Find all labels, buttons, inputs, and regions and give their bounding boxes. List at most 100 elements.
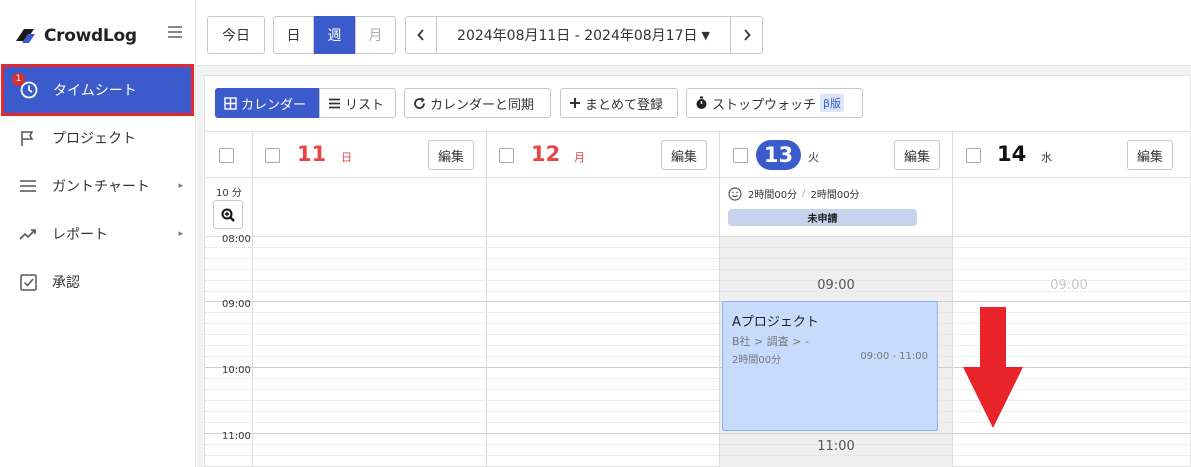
brand-name: CrowdLog xyxy=(44,26,137,46)
grid-line xyxy=(486,131,487,467)
stopwatch-button[interactable]: ストップウォッチ β版 xyxy=(686,88,863,118)
grid-line xyxy=(205,367,1191,368)
sidebar-item-label: レポート xyxy=(52,227,108,243)
planned-hours: 2時間00分 xyxy=(810,190,860,201)
calendar-sync-label: カレンダーと同期 xyxy=(430,97,535,113)
day-weekday: 水 xyxy=(1041,151,1052,164)
view-day-button[interactable]: 日 xyxy=(273,16,314,54)
smile-icon xyxy=(728,186,742,201)
grid-line xyxy=(205,444,1191,445)
arrow-down-icon xyxy=(963,307,1023,428)
event-duration: 2時間00分 xyxy=(732,355,782,366)
grid-line xyxy=(205,400,1191,401)
sidebar-item-label: プロジェクト xyxy=(52,131,136,147)
edit-day-button[interactable]: 編集 xyxy=(1127,140,1173,170)
day-weekday: 日 xyxy=(341,151,352,164)
zoom-in-icon xyxy=(221,208,235,222)
grid-line xyxy=(205,312,1191,313)
calendar-event[interactable]: Aプロジェクト B社 > 調査 > - 2時間00分 09:00 - 11:00 xyxy=(722,301,938,431)
day-checkbox[interactable] xyxy=(265,148,280,163)
grid-line xyxy=(719,131,720,467)
sidebar-item-projects[interactable]: プロジェクト xyxy=(0,114,195,162)
working-time-marker: 11:00 xyxy=(817,439,855,454)
trend-icon xyxy=(18,224,38,244)
crowdlog-logo-icon xyxy=(16,29,35,43)
view-week-button[interactable]: 週 xyxy=(314,16,355,54)
refresh-icon xyxy=(414,96,425,109)
grid-line xyxy=(205,177,1191,178)
working-time-marker: 09:00 xyxy=(1050,278,1088,293)
gantt-icon xyxy=(18,176,38,196)
flag-icon xyxy=(18,128,38,148)
grid-line xyxy=(205,269,1191,270)
next-week-button[interactable] xyxy=(730,16,763,54)
view-month-button[interactable]: 月 xyxy=(355,16,396,54)
calendar-sync-button[interactable]: カレンダーと同期 xyxy=(404,88,551,118)
bulk-register-button[interactable]: まとめて登録 xyxy=(560,88,678,118)
sidebar-item-label: タイムシート xyxy=(53,83,137,99)
sidebar-item-approval[interactable]: 承認 xyxy=(0,258,195,306)
edit-day-button[interactable]: 編集 xyxy=(661,140,707,170)
chevron-left-icon xyxy=(417,29,424,41)
grid-line xyxy=(205,422,1191,423)
grid-line xyxy=(205,356,1191,357)
time-label: 10:00 xyxy=(222,365,251,376)
timesheet-panel xyxy=(204,75,1191,467)
logo[interactable]: CrowdLog xyxy=(14,22,137,50)
grid-line xyxy=(205,131,1191,132)
grid-line xyxy=(952,131,953,467)
chevron-right-icon: ▸ xyxy=(178,229,183,239)
sidebar-item-gantt[interactable]: ガントチャート ▸ xyxy=(0,162,195,210)
select-all-checkbox[interactable] xyxy=(219,148,234,163)
stopwatch-icon xyxy=(696,96,707,109)
grid-line xyxy=(205,433,1191,434)
list-view-button[interactable]: リスト xyxy=(319,88,396,118)
grid-line xyxy=(205,258,1191,259)
day-summary: 2時間00分 / 2時間00分 xyxy=(728,186,860,201)
grid-line xyxy=(205,345,1191,346)
notification-badge: 1 xyxy=(12,73,25,86)
prev-week-button[interactable] xyxy=(405,16,437,54)
actual-hours: 2時間00分 xyxy=(748,190,798,201)
today-day-number: 13 xyxy=(756,140,801,170)
working-time-marker: 09:00 xyxy=(817,278,855,293)
time-label: 09:00 xyxy=(222,299,251,310)
day-checkbox[interactable] xyxy=(499,148,514,163)
beta-badge: β版 xyxy=(820,94,845,112)
grid-line xyxy=(205,389,1191,390)
grid-line xyxy=(205,411,1191,412)
date-range-text: 2024年08月11日 - 2024年08月17日 xyxy=(457,28,698,44)
bulk-register-label: まとめて登録 xyxy=(585,97,664,113)
separator: / xyxy=(802,188,806,199)
sidebar-item-reports[interactable]: レポート ▸ xyxy=(0,210,195,258)
day-checkbox[interactable] xyxy=(966,148,981,163)
day-weekday: 火 xyxy=(808,151,819,164)
sidebar-item-timesheet[interactable]: 1 タイムシート xyxy=(1,64,194,116)
sidebar: CrowdLog 1 タイムシート プロジェクト ガントチャート ▸ レポート … xyxy=(0,0,196,467)
zoom-button[interactable] xyxy=(213,200,243,229)
date-range-selector[interactable]: 2024年08月11日 - 2024年08月17日 ▼ xyxy=(436,16,731,54)
list-view-label: リスト xyxy=(345,97,385,113)
grid-icon xyxy=(224,96,237,110)
grid-line xyxy=(205,301,1191,302)
time-label: 11:00 xyxy=(222,431,251,442)
checkbox-approve-icon xyxy=(18,272,38,292)
event-path: B社 > 調査 > - xyxy=(732,335,809,348)
interval-label: 10 分 xyxy=(216,188,242,199)
grid-line xyxy=(205,378,1191,379)
day-weekday: 月 xyxy=(574,151,585,164)
grid-line xyxy=(205,334,1191,335)
grid-line xyxy=(205,247,1191,248)
menu-toggle-icon[interactable] xyxy=(168,26,182,38)
calendar-view-button[interactable]: カレンダー xyxy=(215,88,320,118)
today-button[interactable]: 今日 xyxy=(207,16,265,54)
caret-down-icon: ▼ xyxy=(701,28,710,42)
time-label: 08:00 xyxy=(222,234,251,245)
edit-day-button[interactable]: 編集 xyxy=(894,140,940,170)
chevron-right-icon xyxy=(743,29,751,41)
chevron-right-icon: ▸ xyxy=(178,181,183,191)
calendar-view-label: カレンダー xyxy=(241,97,307,113)
status-badge: 未申請 xyxy=(728,209,917,226)
edit-day-button[interactable]: 編集 xyxy=(428,140,474,170)
day-checkbox[interactable] xyxy=(733,148,748,163)
